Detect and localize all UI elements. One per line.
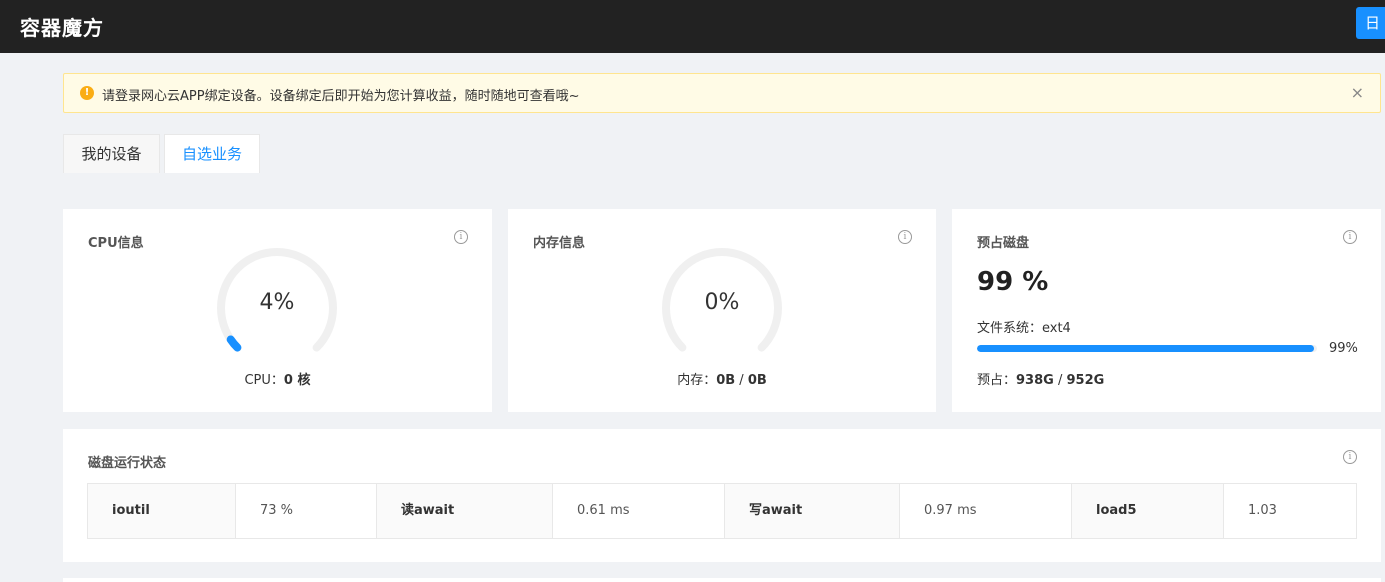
disk-total-value: 952G (1066, 373, 1105, 388)
exclamation-circle-icon: ! (80, 86, 94, 100)
disk-card-title: 预占磁盘 (977, 236, 1030, 251)
info-circle-icon[interactable]: i (898, 230, 912, 244)
app-brand: 容器魔方 (20, 16, 104, 40)
stat-key-ioutil: ioutil (88, 484, 236, 538)
memory-separator: / (735, 373, 748, 388)
disk-used: 预占：938G / 952G (977, 369, 1104, 388)
stat-value-read-await: 0.61 ms (553, 484, 725, 538)
stat-key-load5: load5 (1072, 484, 1224, 538)
top-right-button[interactable]: 日 (1356, 7, 1385, 39)
disk-progress-fill (977, 345, 1314, 352)
cpu-gauge: 4% (215, 246, 339, 370)
info-circle-icon[interactable]: i (454, 230, 468, 244)
memory-total: 0B (747, 373, 767, 388)
stat-value-ioutil: 73 % (236, 484, 377, 538)
memory-percent: 0% (704, 290, 740, 315)
cpu-gauge-arc (226, 335, 242, 352)
disk-separator: / (1053, 373, 1067, 388)
cpu-card-title: CPU信息 (88, 236, 144, 251)
disk-progress-label: 99% (1329, 341, 1358, 356)
memory-used: 0B (716, 373, 736, 388)
cpu-core-count: 0 核 (283, 373, 311, 388)
stat-value-write-await: 0.97 ms (900, 484, 1072, 538)
disk-filesystem: 文件系统：ext4 (977, 321, 1071, 336)
disk-percent: 99 % (977, 267, 1049, 297)
info-circle-icon[interactable]: i (1343, 450, 1357, 464)
info-circle-icon[interactable]: i (1343, 230, 1357, 244)
top-bar: 容器魔方 日 (0, 0, 1385, 53)
bind-device-alert: ! 请登录网心云APP绑定设备。设备绑定后即开始为您计算收益，随时随地可查看哦~… (63, 73, 1381, 113)
cpu-caption-label: CPU： (244, 373, 284, 388)
memory-card: 内存信息 i 0% 内存：0B / 0B (508, 209, 936, 412)
cpu-caption: CPU：0 核 (63, 369, 492, 388)
disk-card: 预占磁盘 i 99 % 文件系统：ext4 99% 预占：938G / 952G (952, 209, 1381, 412)
cpu-percent: 4% (259, 290, 295, 315)
disk-used-label: 预占： (977, 373, 1017, 388)
close-icon[interactable]: × (1351, 83, 1364, 102)
disk-used-value: 938G (1016, 373, 1054, 388)
tab-selected-services[interactable]: 自选业务 (164, 134, 260, 173)
disk-status-table: ioutil 73 % 读await 0.61 ms 写await 0.97 m… (87, 483, 1357, 539)
disk-status-card: 磁盘运行状态 i ioutil 73 % 读await 0.61 ms 写awa… (63, 429, 1381, 562)
tab-my-devices[interactable]: 我的设备 (63, 134, 160, 173)
memory-card-title: 内存信息 (533, 236, 586, 251)
stat-value-load5: 1.03 (1224, 484, 1356, 538)
next-card-edge (63, 578, 1381, 582)
disk-progress-bar (977, 345, 1317, 352)
cpu-card: CPU信息 i 4% CPU：0 核 (63, 209, 492, 412)
disk-status-title: 磁盘运行状态 (88, 456, 167, 471)
alert-message: 请登录网心云APP绑定设备。设备绑定后即开始为您计算收益，随时随地可查看哦~ (102, 89, 580, 104)
memory-caption: 内存：0B / 0B (508, 369, 936, 388)
stat-key-read-await: 读await (377, 484, 553, 538)
memory-gauge: 0% (660, 246, 784, 370)
stat-key-write-await: 写await (725, 484, 900, 538)
memory-caption-label: 内存： (677, 373, 717, 388)
